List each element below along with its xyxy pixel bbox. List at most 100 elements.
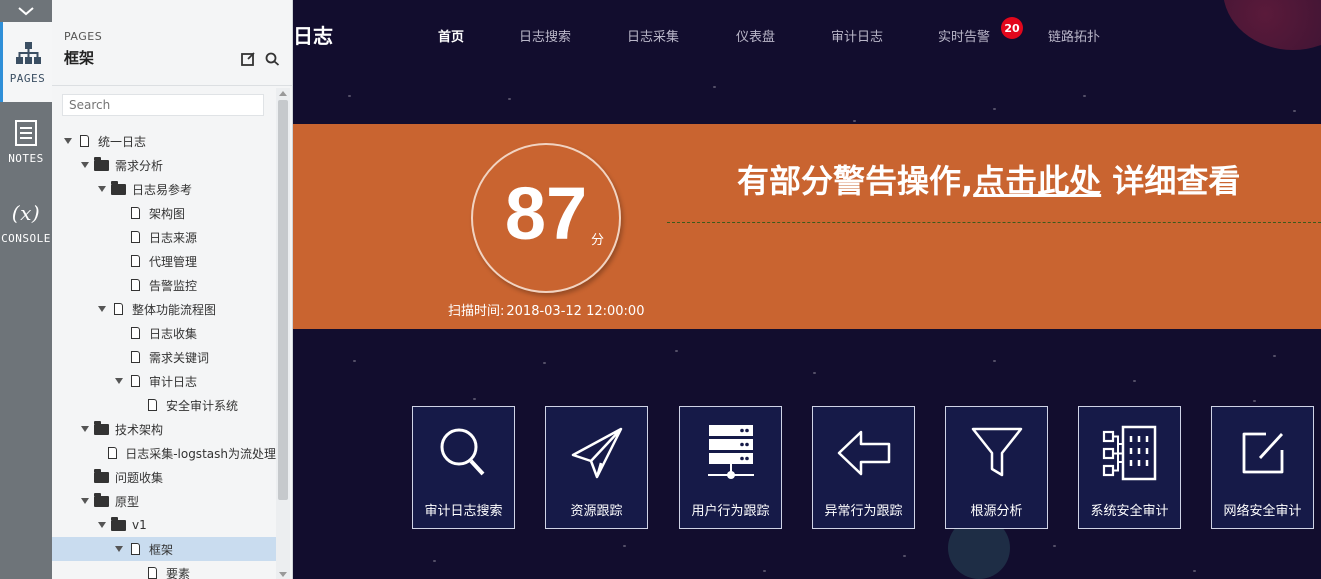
edit-icon xyxy=(1212,421,1313,485)
tile-label: 网络安全审计 xyxy=(1223,504,1302,519)
alert-count-badge: 20 xyxy=(1001,17,1023,39)
tree-page-item[interactable]: 需求关键词 xyxy=(52,345,276,369)
tile-label: 审计日志搜索 xyxy=(424,504,503,519)
tile-system-security-audit[interactable]: 系统安全审计 xyxy=(1078,406,1181,529)
search-input[interactable] xyxy=(62,94,264,116)
search-icon xyxy=(265,52,280,66)
nav-home[interactable]: 首页 xyxy=(438,26,464,45)
tree-page-item[interactable]: 架构图 xyxy=(52,201,276,225)
filter-icon xyxy=(946,421,1047,485)
expand-toggle[interactable] xyxy=(60,138,76,144)
search-icon xyxy=(413,421,514,485)
tree-folder-item[interactable]: 技术架构 xyxy=(52,417,276,441)
folder-icon xyxy=(93,156,109,171)
scroll-down-arrow[interactable] xyxy=(279,572,287,577)
expand-toggle[interactable] xyxy=(111,378,127,384)
score-banner: 87 分 扫描时间: 2018-03-12 12:00:00 有部分警告操作,点击… xyxy=(293,124,1321,329)
page-icon xyxy=(113,303,123,315)
triangle-down-icon xyxy=(115,378,123,384)
expand-toggle[interactable] xyxy=(77,426,93,432)
tree-page-item[interactable]: 统一日志 xyxy=(52,129,276,153)
scroll-thumb[interactable] xyxy=(278,100,288,500)
tree-page-item[interactable]: 日志来源 xyxy=(52,225,276,249)
star-decoration xyxy=(508,98,511,100)
star-decoration xyxy=(713,86,716,88)
nav-audit-log[interactable]: 审计日志 xyxy=(831,26,883,45)
tree-folder-item[interactable]: 问题收集 xyxy=(52,465,276,489)
tree-page-item[interactable]: 代理管理 xyxy=(52,249,276,273)
collapse-toggle[interactable] xyxy=(0,0,52,22)
tree-page-item[interactable]: 告警监控 xyxy=(52,273,276,297)
pages-panel-small-title: PAGES xyxy=(64,30,103,43)
star-decoration xyxy=(1253,400,1256,402)
tree-page-item[interactable]: 框架 xyxy=(52,537,276,561)
nav-log-collection[interactable]: 日志采集 xyxy=(627,26,679,45)
tree-item-label: 要素 xyxy=(166,566,191,579)
tree-page-item[interactable]: 整体功能流程图 xyxy=(52,297,276,321)
pages-panel-actions xyxy=(241,52,280,69)
nav-log-search[interactable]: 日志搜索 xyxy=(519,26,571,45)
page-icon xyxy=(147,399,157,411)
expand-toggle[interactable] xyxy=(111,546,127,552)
folder-icon xyxy=(110,180,126,195)
page-icon xyxy=(144,399,160,411)
page-tree: 统一日志需求分析日志易参考 架构图 日志来源代理管理告警监控整体功能流程图日志收集需… xyxy=(52,129,276,579)
tree-item-label: 技术架构 xyxy=(115,422,164,437)
warning-detail-link[interactable]: 点击此处 xyxy=(973,162,1101,200)
tree-page-item[interactable]: 要素 xyxy=(52,561,276,579)
nav-realtime-alerts[interactable]: 实时告警 xyxy=(938,26,990,45)
star-decoration xyxy=(993,108,996,110)
folder-icon xyxy=(93,468,109,483)
tree-folder-item[interactable]: 原型 xyxy=(52,489,276,513)
star-decoration xyxy=(623,545,626,547)
tree-item-label: 需求分析 xyxy=(115,158,164,173)
star-decoration xyxy=(473,398,476,400)
expand-toggle[interactable] xyxy=(77,498,93,504)
tree-page-item[interactable]: 日志收集 xyxy=(52,321,276,345)
tree-page-item[interactable]: 审计日志 xyxy=(52,369,276,393)
notes-tab[interactable]: NOTES xyxy=(0,102,52,182)
tree-scrollbar[interactable] xyxy=(276,88,290,579)
expand-toggle[interactable] xyxy=(94,522,110,528)
search-pages-button[interactable] xyxy=(265,52,280,69)
tile-network-security-audit[interactable]: 网络安全审计 xyxy=(1211,406,1314,529)
prototype-canvas: 日志 首页 日志搜索 日志采集 仪表盘 审计日志 实时告警 20 链路拓扑 87… xyxy=(293,0,1321,579)
console-tab[interactable]: (x) CONSOLE xyxy=(0,182,52,262)
tree-folder-item[interactable]: v1 xyxy=(52,513,276,537)
pages-panel: PAGES 框架 统一日志需求分析日志易参考架构图日志来源代理管理告警监控整体功… xyxy=(52,0,293,579)
app-logo: 日志 xyxy=(293,24,333,48)
expand-toggle[interactable] xyxy=(94,186,110,192)
scroll-up-arrow[interactable] xyxy=(279,91,287,96)
tile-user-behavior-tracking[interactable]: 用户行为跟踪 xyxy=(679,406,782,529)
scan-time-label: 扫描时间: xyxy=(448,304,505,319)
tree-item-label: 框架 xyxy=(149,542,174,557)
tree-page-item[interactable]: 日志采集-logstash为流处理 xyxy=(52,441,276,465)
expand-toggle[interactable] xyxy=(94,306,110,312)
add-page-button[interactable] xyxy=(241,52,255,69)
tile-resource-tracking[interactable]: 资源跟踪 xyxy=(545,406,648,529)
star-decoration xyxy=(993,360,996,362)
pages-tab[interactable]: PAGES xyxy=(0,22,52,102)
sitemap-icon xyxy=(14,40,42,66)
paper-plane-icon xyxy=(546,421,647,485)
pages-tab-label: PAGES xyxy=(9,71,46,85)
tree-item-label: 整体功能流程图 xyxy=(132,302,217,317)
page-icon xyxy=(130,351,140,363)
notes-icon xyxy=(14,119,38,146)
tile-root-cause-analysis[interactable]: 根源分析 xyxy=(945,406,1048,529)
triangle-down-icon xyxy=(115,546,123,552)
tree-page-item[interactable]: 安全审计系统 xyxy=(52,393,276,417)
tree-item-label: 代理管理 xyxy=(149,254,198,269)
tree-item-label: 日志采集-logstash为流处理 xyxy=(125,446,276,461)
tile-audit-log-search[interactable]: 审计日志搜索 xyxy=(412,406,515,529)
nav-dashboard[interactable]: 仪表盘 xyxy=(736,26,775,45)
tile-anomaly-tracking[interactable]: 异常行为跟踪 xyxy=(812,406,915,529)
page-icon xyxy=(108,447,118,459)
pages-panel-header: PAGES 框架 xyxy=(52,0,292,86)
nav-trace-topology[interactable]: 链路拓扑 xyxy=(1048,26,1100,45)
left-tool-rail: PAGES NOTES (x) CONSOLE xyxy=(0,0,52,579)
star-decoration xyxy=(1083,95,1086,97)
tree-folder-item[interactable]: 日志易参考 xyxy=(52,177,276,201)
tree-folder-item[interactable]: 需求分析 xyxy=(52,153,276,177)
expand-toggle[interactable] xyxy=(77,162,93,168)
